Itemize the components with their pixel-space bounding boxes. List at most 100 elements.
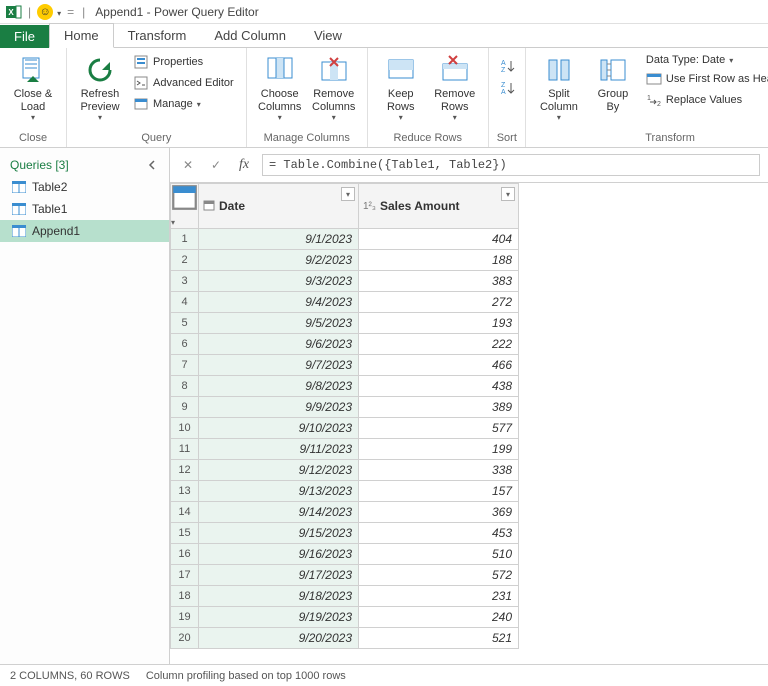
manage-button[interactable]: Manage xyxy=(129,94,238,114)
table-row[interactable]: 179/17/2023572 xyxy=(171,565,519,586)
cell-amount[interactable]: 404 xyxy=(359,229,519,250)
table-row[interactable]: 49/4/2023272 xyxy=(171,292,519,313)
cell-date[interactable]: 9/18/2023 xyxy=(199,586,359,607)
sort-desc-button[interactable]: ZA xyxy=(499,80,515,96)
row-number[interactable]: 9 xyxy=(171,397,199,418)
table-row[interactable]: 209/20/2023521 xyxy=(171,628,519,649)
table-row[interactable]: 129/12/2023338 xyxy=(171,460,519,481)
qat-dropdown[interactable] xyxy=(57,5,61,19)
tab-file[interactable]: File xyxy=(0,25,49,48)
cell-date[interactable]: 9/1/2023 xyxy=(199,229,359,250)
row-number[interactable]: 5 xyxy=(171,313,199,334)
column-filter-date[interactable]: ▾ xyxy=(341,187,355,201)
column-header-date[interactable]: Date ▾ xyxy=(199,184,359,229)
cell-amount[interactable]: 572 xyxy=(359,565,519,586)
column-filter-amount[interactable]: ▾ xyxy=(501,187,515,201)
cell-date[interactable]: 9/13/2023 xyxy=(199,481,359,502)
query-item-table2[interactable]: Table2 xyxy=(0,176,169,198)
row-number[interactable]: 12 xyxy=(171,460,199,481)
collapse-queries-icon[interactable] xyxy=(145,158,159,172)
cell-amount[interactable]: 240 xyxy=(359,607,519,628)
tab-view[interactable]: View xyxy=(300,24,356,48)
cell-amount[interactable]: 222 xyxy=(359,334,519,355)
table-row[interactable]: 19/1/2023404 xyxy=(171,229,519,250)
tab-add-column[interactable]: Add Column xyxy=(200,24,300,48)
cell-date[interactable]: 9/2/2023 xyxy=(199,250,359,271)
choose-columns-button[interactable]: ChooseColumns xyxy=(255,52,305,124)
cell-date[interactable]: 9/15/2023 xyxy=(199,523,359,544)
first-row-headers-button[interactable]: Use First Row as Headers xyxy=(642,69,768,89)
table-row[interactable]: 99/9/2023389 xyxy=(171,397,519,418)
row-number[interactable]: 19 xyxy=(171,607,199,628)
row-number[interactable]: 6 xyxy=(171,334,199,355)
cell-amount[interactable]: 338 xyxy=(359,460,519,481)
cell-amount[interactable]: 577 xyxy=(359,418,519,439)
cell-date[interactable]: 9/8/2023 xyxy=(199,376,359,397)
cell-amount[interactable]: 453 xyxy=(359,523,519,544)
row-number[interactable]: 2 xyxy=(171,250,199,271)
row-number[interactable]: 7 xyxy=(171,355,199,376)
smiley-icon[interactable]: ☺ xyxy=(37,4,53,20)
cell-amount[interactable]: 272 xyxy=(359,292,519,313)
cell-date[interactable]: 9/4/2023 xyxy=(199,292,359,313)
cell-amount[interactable]: 369 xyxy=(359,502,519,523)
row-number[interactable]: 10 xyxy=(171,418,199,439)
table-row[interactable]: 109/10/2023577 xyxy=(171,418,519,439)
table-row[interactable]: 139/13/2023157 xyxy=(171,481,519,502)
table-row[interactable]: 59/5/2023193 xyxy=(171,313,519,334)
row-number[interactable]: 3 xyxy=(171,271,199,292)
cell-date[interactable]: 9/20/2023 xyxy=(199,628,359,649)
table-row[interactable]: 69/6/2023222 xyxy=(171,334,519,355)
tab-transform[interactable]: Transform xyxy=(114,24,201,48)
cell-amount[interactable]: 157 xyxy=(359,481,519,502)
table-row[interactable]: 169/16/2023510 xyxy=(171,544,519,565)
table-row[interactable]: 119/11/2023199 xyxy=(171,439,519,460)
row-number[interactable]: 1 xyxy=(171,229,199,250)
table-row[interactable]: 39/3/2023383 xyxy=(171,271,519,292)
row-number[interactable]: 8 xyxy=(171,376,199,397)
row-number[interactable]: 17 xyxy=(171,565,199,586)
replace-values-button[interactable]: 12 Replace Values xyxy=(642,90,768,110)
cell-date[interactable]: 9/17/2023 xyxy=(199,565,359,586)
row-number[interactable]: 13 xyxy=(171,481,199,502)
row-number[interactable]: 14 xyxy=(171,502,199,523)
cell-date[interactable]: 9/10/2023 xyxy=(199,418,359,439)
cell-date[interactable]: 9/16/2023 xyxy=(199,544,359,565)
table-row[interactable]: 159/15/2023453 xyxy=(171,523,519,544)
cell-date[interactable]: 9/12/2023 xyxy=(199,460,359,481)
row-number[interactable]: 11 xyxy=(171,439,199,460)
refresh-preview-button[interactable]: RefreshPreview xyxy=(75,52,125,124)
table-row[interactable]: 189/18/2023231 xyxy=(171,586,519,607)
cell-amount[interactable]: 438 xyxy=(359,376,519,397)
cell-amount[interactable]: 389 xyxy=(359,397,519,418)
column-header-amount[interactable]: 1²₃ Sales Amount ▾ xyxy=(359,184,519,229)
cell-date[interactable]: 9/11/2023 xyxy=(199,439,359,460)
cell-amount[interactable]: 193 xyxy=(359,313,519,334)
data-type-button[interactable]: Data Type: Date xyxy=(642,52,768,68)
cell-date[interactable]: 9/14/2023 xyxy=(199,502,359,523)
remove-columns-button[interactable]: RemoveColumns xyxy=(309,52,359,124)
cell-amount[interactable]: 199 xyxy=(359,439,519,460)
cell-amount[interactable]: 510 xyxy=(359,544,519,565)
row-number[interactable]: 15 xyxy=(171,523,199,544)
cell-amount[interactable]: 231 xyxy=(359,586,519,607)
cell-amount[interactable]: 466 xyxy=(359,355,519,376)
cell-date[interactable]: 9/6/2023 xyxy=(199,334,359,355)
sort-asc-button[interactable]: AZ xyxy=(499,58,515,74)
cell-date[interactable]: 9/19/2023 xyxy=(199,607,359,628)
cell-date[interactable]: 9/5/2023 xyxy=(199,313,359,334)
advanced-editor-button[interactable]: Advanced Editor xyxy=(129,73,238,93)
cell-amount[interactable]: 383 xyxy=(359,271,519,292)
formula-fx-icon[interactable]: fx xyxy=(234,155,254,175)
data-grid-wrap[interactable]: ▾ Date ▾ 1²₃ Sales Amoun xyxy=(170,183,768,664)
remove-rows-button[interactable]: RemoveRows xyxy=(430,52,480,124)
table-row[interactable]: 89/8/2023438 xyxy=(171,376,519,397)
table-row[interactable]: 149/14/2023369 xyxy=(171,502,519,523)
formula-commit-icon[interactable]: ✓ xyxy=(206,155,226,175)
row-number[interactable]: 16 xyxy=(171,544,199,565)
table-row[interactable]: 199/19/2023240 xyxy=(171,607,519,628)
cell-date[interactable]: 9/3/2023 xyxy=(199,271,359,292)
keep-rows-button[interactable]: KeepRows xyxy=(376,52,426,124)
tab-home[interactable]: Home xyxy=(49,23,114,48)
row-number[interactable]: 20 xyxy=(171,628,199,649)
